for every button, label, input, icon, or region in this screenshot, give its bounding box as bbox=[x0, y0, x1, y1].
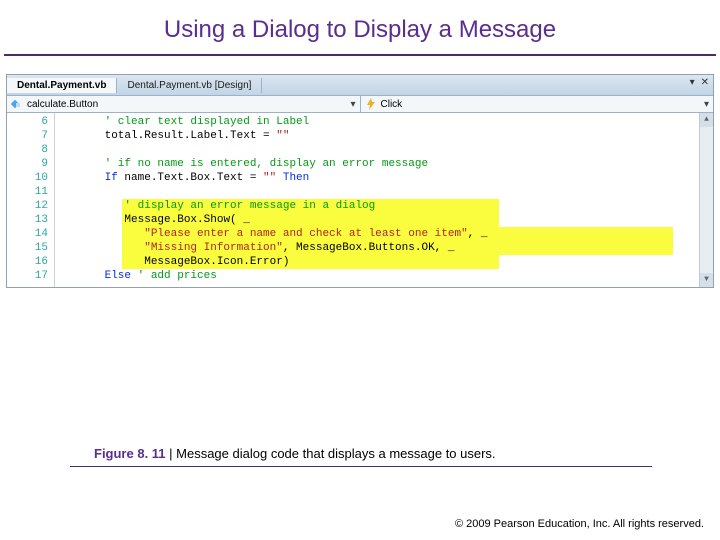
tab-strip: Dental.Payment.vb Dental.Payment.vb [Des… bbox=[7, 75, 713, 95]
slide-title: Using a Dialog to Display a Message bbox=[0, 0, 720, 54]
scroll-down-icon[interactable]: ▼ bbox=[700, 273, 713, 287]
method-dropdown[interactable]: Click ▾ bbox=[361, 96, 714, 112]
code-area: ' clear text displayed in Label total.Re… bbox=[55, 113, 699, 287]
chevron-down-icon: ▾ bbox=[704, 99, 709, 110]
figure-caption: Figure 8. 11 | Message dialog code that … bbox=[94, 446, 496, 461]
tab-code[interactable]: Dental.Payment.vb bbox=[7, 78, 117, 93]
class-dropdown[interactable]: calculate.Button ▾ bbox=[7, 96, 361, 112]
code-line: total.Result.Label.Text = "" bbox=[55, 129, 699, 143]
method-dropdown-text: Click bbox=[381, 99, 403, 110]
code-line bbox=[55, 185, 699, 199]
line-number: 8 bbox=[7, 143, 48, 157]
code-line: "Missing Information", MessageBox.Button… bbox=[55, 241, 699, 255]
line-number: 13 bbox=[7, 213, 48, 227]
code-line: If name.Text.Box.Text = "" Then bbox=[55, 171, 699, 185]
tabstrip-right-icons: ▾ ✕ bbox=[690, 77, 709, 88]
class-dropdown-text: calculate.Button bbox=[27, 99, 98, 110]
code-line bbox=[55, 143, 699, 157]
chevron-down-icon: ▾ bbox=[350, 99, 355, 110]
line-number: 14 bbox=[7, 227, 48, 241]
code-line: Else ' add prices bbox=[55, 269, 699, 283]
code-line: Message.Box.Show( _ bbox=[55, 213, 699, 227]
ide-screenshot: Dental.Payment.vb Dental.Payment.vb [Des… bbox=[6, 74, 714, 288]
line-number: 15 bbox=[7, 241, 48, 255]
tab-menu-icon[interactable]: ▾ bbox=[690, 77, 695, 88]
code-editor: 67891011121314151617 ' clear text displa… bbox=[7, 113, 713, 287]
code-line: "Please enter a name and check at least … bbox=[55, 227, 699, 241]
line-number: 6 bbox=[7, 115, 48, 129]
member-dropdown-row: calculate.Button ▾ Click ▾ bbox=[7, 95, 713, 113]
field-icon bbox=[11, 98, 23, 110]
line-number: 12 bbox=[7, 199, 48, 213]
line-number: 11 bbox=[7, 185, 48, 199]
line-number: 7 bbox=[7, 129, 48, 143]
line-number-gutter: 67891011121314151617 bbox=[7, 113, 55, 287]
code-line: ' display an error message in a dialog bbox=[55, 199, 699, 213]
figure-caption-text: | Message dialog code that displays a me… bbox=[166, 446, 496, 461]
code-line: ' if no name is entered, display an erro… bbox=[55, 157, 699, 171]
caption-underline bbox=[70, 466, 652, 467]
line-number: 16 bbox=[7, 255, 48, 269]
figure-label: Figure 8. 11 bbox=[94, 446, 166, 461]
line-number: 9 bbox=[7, 157, 48, 171]
close-icon[interactable]: ✕ bbox=[701, 77, 709, 88]
line-number: 10 bbox=[7, 171, 48, 185]
tab-design[interactable]: Dental.Payment.vb [Design] bbox=[117, 78, 262, 93]
title-underline bbox=[4, 54, 716, 56]
scroll-up-icon[interactable]: ▲ bbox=[700, 113, 713, 127]
vertical-scrollbar[interactable]: ▲ ▼ bbox=[699, 113, 713, 287]
copyright-text: © 2009 Pearson Education, Inc. All right… bbox=[455, 518, 704, 530]
code-line: ' clear text displayed in Label bbox=[55, 115, 699, 129]
bolt-icon bbox=[365, 98, 377, 110]
code-line: MessageBox.Icon.Error) bbox=[55, 255, 699, 269]
line-number: 17 bbox=[7, 269, 48, 283]
